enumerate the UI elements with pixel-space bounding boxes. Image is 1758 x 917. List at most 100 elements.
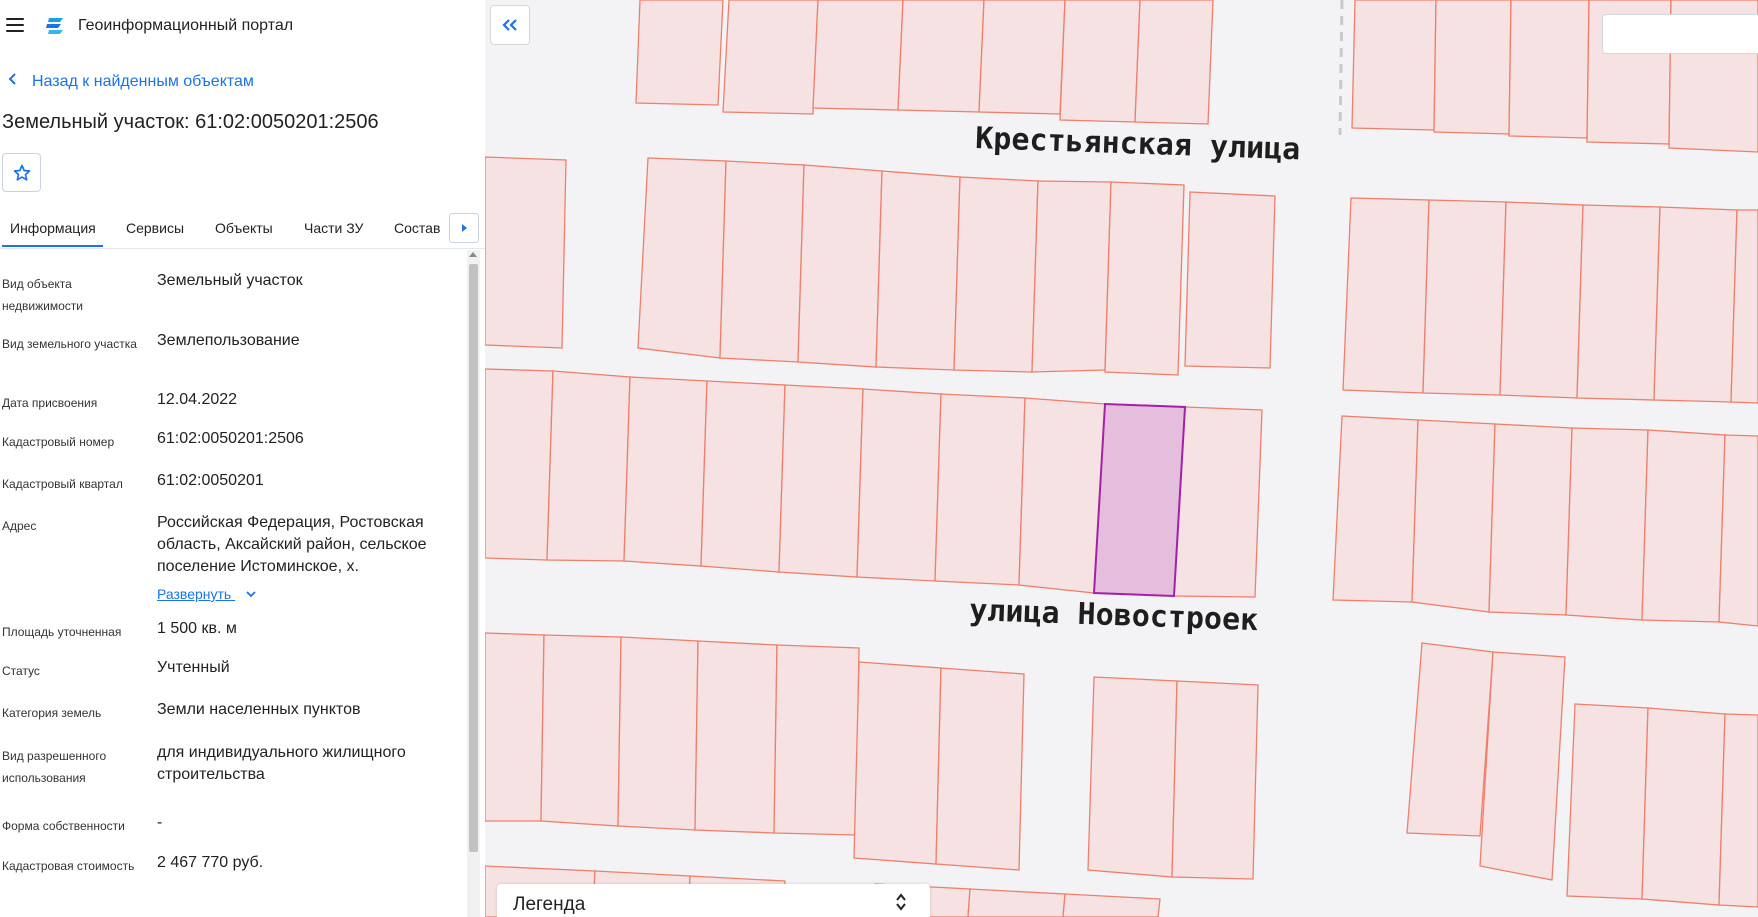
map-canvas[interactable]: Крестьянская улица улица Новостроек (485, 0, 1758, 917)
parcel[interactable] (1351, 0, 1437, 131)
page-title: Земельный участок: 61:02:0050201:2506 (2, 111, 379, 133)
tab-objects[interactable]: Объекты (215, 220, 273, 236)
attr-value-assignment-date: 12.04.2022 (157, 391, 238, 408)
hamburger-icon[interactable] (6, 18, 24, 32)
attr-label-address: Адрес (2, 519, 37, 533)
parcel[interactable] (797, 164, 883, 368)
parcel[interactable] (1479, 651, 1566, 881)
expand-link-label: Развернуть (157, 586, 232, 602)
legend-title: Легенда (513, 894, 586, 915)
parcel[interactable] (1422, 199, 1507, 396)
parcel[interactable] (853, 661, 942, 865)
parcel[interactable] (1641, 429, 1726, 623)
parcel[interactable] (637, 157, 727, 359)
parcel[interactable] (875, 170, 961, 371)
parcel[interactable] (1641, 707, 1726, 906)
parcel[interactable] (1406, 642, 1494, 837)
parcel[interactable] (1332, 415, 1419, 603)
up-down-arrows-icon[interactable] (894, 892, 908, 912)
scroll-up-arrow-icon[interactable] (469, 252, 477, 257)
map-search-input[interactable] (1602, 14, 1758, 54)
attr-label-cadastral-quarter: Кадастровый квартал (2, 477, 123, 491)
parcel[interactable] (856, 388, 942, 582)
star-outline-icon (13, 164, 30, 181)
collapse-panel-button[interactable] (490, 5, 530, 45)
parcel[interactable] (1134, 0, 1214, 125)
parcel[interactable] (953, 176, 1039, 373)
back-to-results-link[interactable]: Назад к найденным объектам (8, 72, 254, 91)
attr-label-assignment-date: Дата присвоения (2, 396, 98, 410)
selected-parcel[interactable] (1092, 402, 1187, 598)
parcel[interactable] (617, 636, 699, 831)
parcel[interactable] (1565, 427, 1649, 621)
tab-information[interactable]: Информация (10, 220, 96, 236)
parcel[interactable] (722, 0, 819, 115)
attr-label-ownership-form: Форма собственности (2, 819, 125, 833)
attr-value-address: Российская Федерация, Ростовская область… (157, 514, 427, 575)
expand-address-link[interactable]: Развернуть (157, 586, 257, 602)
favorite-button[interactable] (2, 153, 41, 192)
attr-value-ownership-form: - (157, 814, 163, 831)
tabs-scroll-right-button[interactable] (449, 213, 479, 243)
parcel[interactable] (623, 376, 708, 567)
parcel[interactable] (1184, 191, 1276, 369)
parcel[interactable] (1718, 713, 1758, 908)
parcel[interactable] (1488, 423, 1573, 616)
parcel[interactable] (485, 632, 545, 822)
parcel[interactable] (1087, 676, 1178, 878)
attr-label-object-type: Вид объекта недвижимости (2, 277, 83, 313)
parcel[interactable] (485, 156, 567, 349)
legend-panel[interactable]: Легенда (497, 884, 930, 917)
tab-parcel-parts[interactable]: Части ЗУ (304, 220, 363, 236)
chevron-down-icon (246, 591, 256, 598)
street-label-krestyanskaya: Крестьянская улица (975, 121, 1301, 167)
map-boundary-line (1338, 0, 1344, 136)
tab-services[interactable]: Сервисы (126, 220, 184, 236)
parcel[interactable] (934, 393, 1026, 586)
parcel[interactable] (1433, 0, 1512, 135)
attr-label-status: Статус (2, 664, 40, 678)
attr-value-cadastral-number: 61:02:0050201:2506 (157, 430, 304, 447)
parcel[interactable] (485, 368, 554, 561)
parcel[interactable] (1499, 201, 1584, 399)
object-info-panel: Геоинформационный портал Назад к найденн… (0, 0, 485, 917)
parcel[interactable] (1062, 893, 1161, 917)
parcel[interactable] (1018, 397, 1106, 594)
parcel[interactable] (1566, 703, 1649, 900)
parcel[interactable] (1059, 0, 1141, 123)
attribute-list-scrollbar[interactable] (467, 250, 480, 917)
parcel[interactable] (978, 0, 1066, 115)
active-tab-indicator (2, 245, 103, 247)
parcel[interactable] (1718, 434, 1758, 627)
parcel[interactable] (546, 370, 631, 562)
parcel[interactable] (773, 644, 860, 836)
parcel[interactable] (1576, 204, 1661, 401)
parcel[interactable] (967, 888, 1066, 917)
parcel[interactable] (694, 640, 778, 834)
attr-label-land-category: Категория земель (2, 706, 102, 720)
cadastral-map[interactable]: Крестьянская улица улица Новостроек (485, 0, 1758, 917)
parcel[interactable] (1171, 680, 1259, 880)
app-title: Геоинформационный портал (78, 17, 294, 34)
parcel[interactable] (1508, 0, 1590, 139)
parcel[interactable] (1031, 180, 1112, 373)
parcel[interactable] (1653, 206, 1738, 403)
parcel[interactable] (812, 0, 904, 111)
parcel[interactable] (1342, 197, 1430, 394)
parcel[interactable] (700, 380, 786, 573)
parcel[interactable] (897, 0, 985, 113)
scrollbar-thumb[interactable] (469, 264, 478, 852)
parcel[interactable] (719, 160, 805, 363)
back-link-label: Назад к найденным объектам (32, 73, 254, 90)
parcel[interactable] (540, 634, 622, 827)
parcel[interactable] (1173, 406, 1263, 598)
tab-composition[interactable]: Состав (394, 220, 440, 236)
parcel[interactable] (778, 384, 864, 578)
attr-value-cadastral-quarter: 61:02:0050201 (157, 472, 264, 489)
parcel[interactable] (1104, 181, 1185, 376)
attr-label-cadastral-number: Кадастровый номер (2, 435, 115, 449)
attr-value-area: 1 500 кв. м (157, 620, 237, 637)
parcel[interactable] (935, 667, 1025, 871)
parcel[interactable] (635, 0, 724, 106)
parcel[interactable] (1411, 419, 1496, 613)
